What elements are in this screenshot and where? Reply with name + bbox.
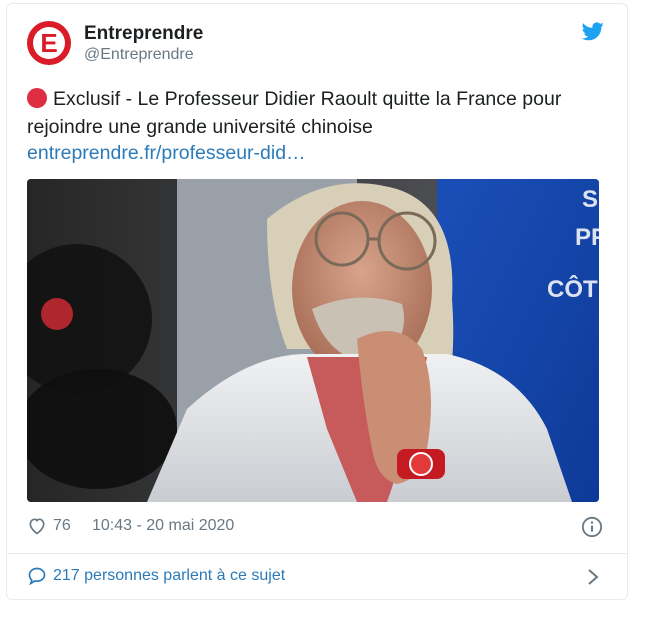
divider [7, 553, 627, 554]
avatar-logo: E [33, 27, 65, 59]
article-link[interactable]: entreprendre.fr/professeur-did… [27, 142, 306, 165]
tweet-text: Exclusif - Le Professeur Didier Raoult q… [27, 85, 607, 141]
author-avatar[interactable]: E [27, 21, 71, 65]
chevron-right-icon[interactable] [587, 568, 599, 586]
tweet-timestamp[interactable]: 10:43 - 20 mai 2020 [92, 517, 234, 535]
twitter-bird-icon[interactable] [582, 22, 604, 41]
red-circle-emoji [27, 88, 47, 108]
photo-illustration: S PF CÔT [27, 179, 599, 502]
photo-bg-text-2: PF [575, 224, 599, 251]
like-action[interactable]: 76 [27, 516, 71, 536]
tweet-body: Exclusif - Le Professeur Didier Raoult q… [27, 88, 562, 138]
heart-icon[interactable] [27, 516, 47, 536]
author-handle[interactable]: @Entreprendre [84, 46, 194, 64]
photo-bg-text-3: CÔT [547, 275, 598, 303]
likes-count: 76 [53, 517, 71, 534]
photo-bg-text-1: S [582, 186, 598, 213]
author-display-name[interactable]: Entreprendre [84, 23, 203, 45]
conversation-label: 217 personnes parlent à ce sujet [53, 567, 286, 584]
tweet-photo[interactable]: S PF CÔT [27, 179, 599, 502]
avatar-letter: E [40, 28, 58, 58]
conversation-link[interactable]: 217 personnes parlent à ce sujet [27, 566, 285, 586]
info-icon[interactable] [581, 516, 603, 538]
chat-bubble-icon [28, 567, 46, 586]
